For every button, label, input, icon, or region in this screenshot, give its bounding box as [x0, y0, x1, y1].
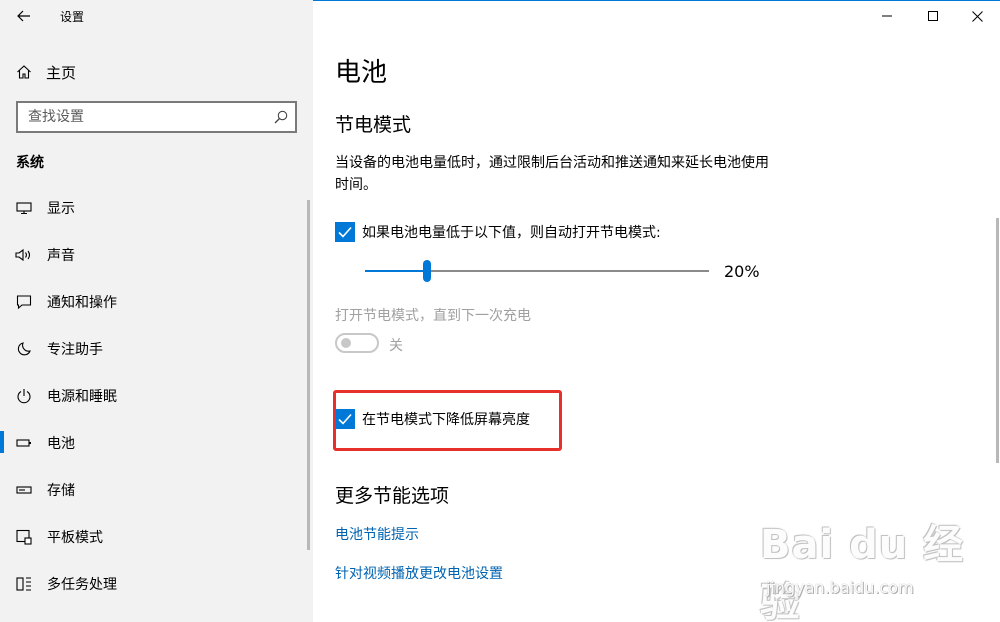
app-title: 设置	[60, 10, 85, 24]
moon-icon	[15, 340, 33, 358]
sidebar-item-tablet-mode[interactable]: 平板模式	[0, 513, 313, 560]
sidebar-item-label: 专注助手	[47, 341, 103, 358]
checkmark-icon	[338, 226, 352, 238]
tablet-icon	[15, 528, 33, 546]
sidebar-item-label: 显示	[47, 200, 75, 217]
toggle-knob	[341, 338, 351, 348]
sidebar-item-label: 主页	[46, 63, 77, 82]
auto-saver-checkbox[interactable]	[335, 222, 355, 242]
sidebar-item-label: 声音	[47, 247, 75, 264]
slider-thumb[interactable]	[423, 260, 431, 282]
speaker-icon	[15, 246, 33, 264]
threshold-value: 20%	[724, 262, 760, 281]
main-scrollbar[interactable]	[996, 218, 999, 463]
auto-saver-checkbox-row[interactable]: 如果电池电量低于以下值，则自动打开节电模式:	[335, 222, 661, 242]
sidebar-item-label: 平板模式	[47, 529, 103, 546]
search-input[interactable]	[18, 103, 258, 131]
sidebar-scrollbar[interactable]	[307, 200, 310, 550]
sidebar-item-label: 存储	[47, 482, 75, 499]
sidebar-item-notifications[interactable]: 通知和操作	[0, 278, 313, 325]
power-icon	[15, 387, 33, 405]
sidebar: 设置 主页 系统 显示 声音 通知和操作	[0, 0, 313, 622]
battery-tips-link[interactable]: 电池节能提示	[335, 524, 419, 544]
back-arrow-icon	[17, 10, 30, 22]
sidebar-item-label: 通知和操作	[47, 294, 117, 311]
saver-toggle-state: 关	[389, 338, 403, 354]
watermark-url: jingyan.baidu.com	[766, 578, 914, 597]
home-icon	[15, 63, 33, 81]
video-battery-settings-link[interactable]: 针对视频播放更改电池设置	[335, 563, 503, 583]
sidebar-item-label: 电池	[47, 435, 75, 452]
more-options-heading: 更多节能选项	[335, 485, 450, 507]
battery-icon	[15, 434, 33, 452]
search-icon[interactable]	[273, 109, 289, 125]
sidebar-item-battery[interactable]: 电池	[0, 419, 313, 466]
saver-now-label: 打开节电模式，直到下一次充电	[335, 308, 531, 324]
slider-fill	[365, 270, 427, 272]
sidebar-item-label: 多任务处理	[47, 576, 117, 593]
sidebar-item-home[interactable]: 主页	[0, 52, 313, 92]
sidebar-item-label: 电源和睡眠	[47, 388, 117, 405]
sidebar-section-title: 系统	[16, 155, 44, 171]
monitor-icon	[15, 199, 33, 217]
sidebar-item-focus-assist[interactable]: 专注助手	[0, 325, 313, 372]
auto-saver-label: 如果电池电量低于以下值，则自动打开节电模式:	[362, 225, 661, 241]
back-button[interactable]	[8, 2, 40, 30]
sidebar-item-sound[interactable]: 声音	[0, 231, 313, 278]
sidebar-item-multitasking[interactable]: 多任务处理	[0, 560, 313, 607]
sidebar-item-display[interactable]: 显示	[0, 184, 313, 231]
notification-icon	[15, 293, 33, 311]
sidebar-item-power-sleep[interactable]: 电源和睡眠	[0, 372, 313, 419]
saver-toggle[interactable]	[335, 333, 379, 353]
multitask-icon	[15, 575, 33, 593]
watermark-logo: Bai du 经验	[760, 522, 965, 622]
page-title: 电池	[335, 58, 388, 88]
battery-saver-heading: 节电模式	[335, 114, 412, 136]
threshold-slider[interactable]	[365, 258, 709, 284]
sidebar-nav: 显示 声音 通知和操作 专注助手 电源和睡眠 电池 存储 平板模式 多任务处理	[0, 184, 313, 607]
search-box[interactable]	[16, 101, 297, 133]
annotation-highlight-box	[333, 390, 562, 451]
storage-icon	[15, 481, 33, 499]
baidu-watermark: Bai du 经验 jingyan.baidu.com	[752, 512, 1000, 622]
sidebar-item-storage[interactable]: 存储	[0, 466, 313, 513]
battery-saver-description: 当设备的电池电量低时，通过限制后台活动和推送通知来延长电池使用时间。	[335, 155, 769, 193]
